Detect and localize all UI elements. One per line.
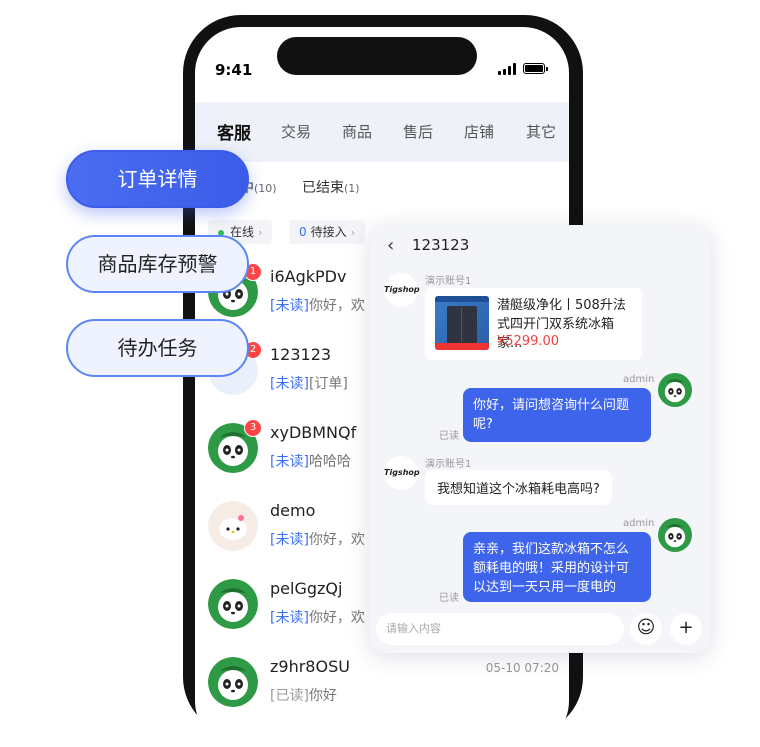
chat-window: ‹ 123123 Tigshop 演示账号1 潜艇级净化丨508升法式四开门双系… — [370, 225, 710, 653]
contact-name: z9hr8OSU — [270, 657, 350, 676]
plus-icon[interactable]: + — [670, 613, 702, 645]
read-tag: 已读 — [439, 431, 459, 442]
read-status: [未读] — [270, 298, 309, 314]
message-preview: [未读]哈哈哈 — [270, 451, 351, 471]
contact-name: pelGgzQj — [270, 579, 343, 598]
message-preview: [未读]你好，欢 — [270, 295, 365, 315]
read-status: [未读] — [270, 454, 309, 470]
unread-badge: 3 — [244, 419, 262, 437]
top-tab-bar: 客服 交易 商品 售后 店铺 其它 — [195, 102, 569, 162]
shop-logo-icon: Tigshop — [384, 456, 420, 490]
status-bar: 9:41 — [195, 27, 569, 107]
chat-title: 123123 — [412, 236, 470, 254]
read-tag: 已读 — [439, 593, 459, 604]
product-image — [435, 296, 489, 350]
emoji-icon[interactable]: ☺ — [630, 613, 662, 645]
message-preview: [未读][订单] — [270, 373, 348, 393]
user-message: 我想知道这个冰箱耗电高吗? — [425, 470, 612, 505]
tab-after-sales[interactable]: 售后 — [403, 121, 433, 142]
read-status: [未读] — [270, 532, 309, 548]
product-card[interactable]: 潜艇级净化丨508升法式四开门双系统冰箱家... ¥5299.00 — [425, 288, 642, 360]
status-time: 9:41 — [215, 61, 253, 79]
admin-name: admin — [623, 374, 655, 385]
chevron-right-icon: › — [258, 226, 263, 239]
filter-pending[interactable]: 0 待接入 › — [289, 220, 366, 244]
contact-name: i6AgkPDv — [270, 267, 347, 286]
avatar — [208, 501, 258, 551]
subtab-ended-count: (1) — [344, 182, 360, 195]
sender-name: 演示账号1 — [425, 276, 472, 287]
filter-pending-count: 0 — [299, 225, 307, 239]
pill-stock-alert[interactable]: 商品库存预警 — [66, 235, 249, 293]
admin-name: admin — [623, 518, 655, 529]
preview-text: 你好 — [308, 688, 337, 704]
tab-other[interactable]: 其它 — [526, 121, 556, 142]
product-price: ¥5299.00 — [497, 334, 560, 349]
filter-online-label: 在线 — [230, 225, 255, 239]
shop-logo-icon: Tigshop — [384, 273, 420, 307]
admin-message: 亲亲，我们这款冰箱不怎么额耗电的哦！采用的设计可以达到一天只用一度电的 — [463, 532, 651, 602]
preview-text: 你好，欢 — [308, 298, 365, 314]
admin-message: 你好，请问想咨询什么问题呢? — [463, 388, 651, 442]
message-input[interactable]: 请输入内容 — [376, 613, 624, 645]
sender-name: 演示账号1 — [425, 459, 472, 470]
tab-store[interactable]: 店铺 — [464, 121, 494, 142]
avatar — [208, 579, 258, 629]
read-status: [已读] — [270, 688, 309, 704]
message-preview: [未读]你好，欢 — [270, 607, 365, 627]
contact-name: xyDBMNQf — [270, 423, 357, 442]
chat-header: ‹ 123123 — [370, 225, 710, 267]
subtab-ended-label: 已结束 — [302, 180, 344, 196]
read-status: [未读] — [270, 610, 309, 626]
admin-avatar — [658, 373, 692, 407]
tab-trade[interactable]: 交易 — [281, 121, 311, 142]
tab-customer-service[interactable]: 客服 — [217, 119, 251, 144]
chat-row[interactable]: z9hr8OSU [已读]你好 05-10 07:20 — [195, 657, 569, 735]
contact-name: 123123 — [270, 345, 332, 364]
message-preview: [已读]你好 — [270, 685, 337, 705]
subtab-in-progress-count: (10) — [254, 182, 277, 195]
filter-pending-label: 待接入 — [310, 225, 347, 239]
preview-text: 你好，欢 — [308, 532, 365, 548]
pill-todo-tasks[interactable]: 待办任务 — [66, 319, 249, 377]
read-status: [未读] — [270, 376, 309, 392]
battery-icon — [523, 63, 548, 74]
contact-name: demo — [270, 501, 316, 520]
message-time: 05-10 07:20 — [485, 661, 559, 675]
message-preview: [未读]你好，欢 — [270, 529, 365, 549]
pill-order-details[interactable]: 订单详情 — [66, 150, 249, 208]
preview-text: 哈哈哈 — [308, 454, 351, 470]
preview-text: 你好，欢 — [308, 610, 365, 626]
subtab-ended[interactable]: 已结束(1) — [302, 177, 360, 197]
chevron-right-icon: › — [350, 226, 356, 239]
admin-avatar — [658, 518, 692, 552]
avatar: 3 — [208, 419, 262, 473]
tab-product[interactable]: 商品 — [342, 121, 372, 142]
signal-icon — [498, 63, 516, 75]
chevron-left-icon[interactable]: ‹ — [387, 235, 394, 256]
preview-text: [订单] — [308, 376, 348, 392]
sub-tab-bar: 中(10) 已结束(1) — [195, 177, 569, 207]
dynamic-island — [277, 37, 477, 75]
